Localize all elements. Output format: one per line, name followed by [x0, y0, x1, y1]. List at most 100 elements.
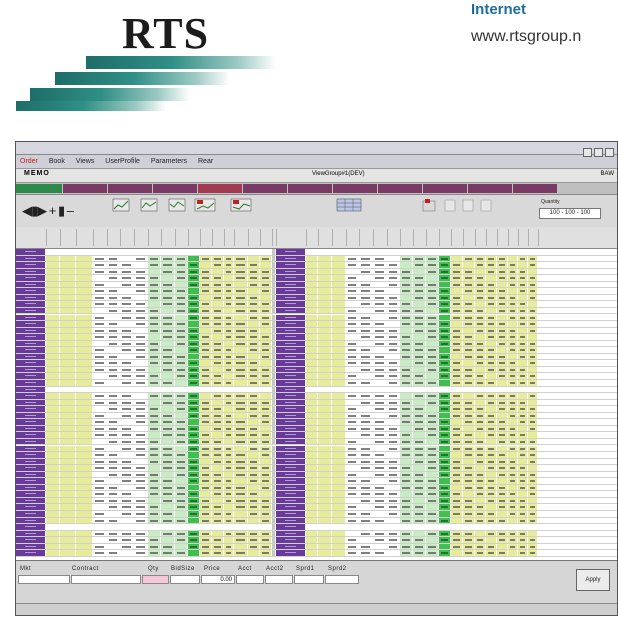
view-tab[interactable]: [513, 184, 557, 193]
grid-cell: [346, 288, 358, 294]
column-header-cell[interactable]: [107, 229, 121, 246]
minimize-button[interactable]: [583, 148, 592, 157]
grid-cell: [359, 484, 372, 491]
view-tab[interactable]: [198, 184, 242, 193]
grid-cell: [276, 334, 305, 340]
column-header-cell[interactable]: [148, 229, 162, 246]
contract-field[interactable]: [71, 575, 141, 584]
view-tab[interactable]: [153, 184, 197, 193]
grid-cell: [497, 425, 507, 432]
table-row[interactable]: [16, 275, 617, 282]
column-header-cell[interactable]: [346, 229, 360, 246]
price-value-mark: [520, 283, 525, 286]
table-row[interactable]: [16, 550, 617, 557]
grid-cell: [439, 438, 450, 445]
flag-chart-button[interactable]: [192, 198, 218, 222]
column-header-cell[interactable]: [426, 229, 440, 246]
quantity-selector[interactable]: Quantity 100 - 100 - 100: [537, 199, 603, 221]
column-header-cell[interactable]: [46, 229, 61, 246]
acct-field[interactable]: [236, 575, 264, 584]
menu-userprofile[interactable]: UserProfile: [105, 158, 140, 165]
column-header-cell[interactable]: [400, 229, 414, 246]
action-button[interactable]: [478, 198, 494, 222]
column-header-cell[interactable]: [318, 229, 333, 246]
menu-book[interactable]: Book: [49, 158, 65, 165]
internet-url[interactable]: www.rtsgroup.n: [471, 28, 581, 46]
menu-rear[interactable]: Rear: [198, 158, 213, 165]
grid-cell: [518, 366, 527, 373]
column-header-cell[interactable]: [413, 229, 427, 246]
view-tab[interactable]: [468, 184, 512, 193]
quantity-value[interactable]: 100 - 100 - 100: [539, 208, 601, 219]
entry-label-acct: Acct: [238, 566, 252, 572]
flag-chart-button[interactable]: [228, 198, 254, 222]
column-header-cell[interactable]: [332, 229, 347, 246]
price-value-mark: [465, 532, 472, 535]
table-row[interactable]: [16, 504, 617, 511]
column-header-cell[interactable]: [359, 229, 374, 246]
contract-label-mark: [25, 342, 36, 344]
price-value-mark: [202, 506, 209, 509]
price-value-mark: [361, 257, 370, 260]
column-header-cell[interactable]: [387, 229, 401, 246]
contract-label-mark: [25, 303, 36, 305]
bidsize-field[interactable]: [170, 575, 200, 584]
price-value-mark: [150, 375, 158, 378]
table-row[interactable]: [16, 406, 617, 413]
view-tab[interactable]: [378, 184, 422, 193]
view-tab[interactable]: [423, 184, 467, 193]
chart-button[interactable]: [166, 198, 188, 222]
price-value-mark: [95, 421, 104, 424]
view-tab[interactable]: [333, 184, 377, 193]
action-button[interactable]: [442, 198, 458, 222]
column-header-cell[interactable]: [234, 229, 249, 246]
table-row[interactable]: [16, 471, 617, 479]
view-tab[interactable]: [108, 184, 152, 193]
mkt-field[interactable]: [18, 575, 70, 584]
column-header-cell[interactable]: [120, 229, 135, 246]
action-button[interactable]: [460, 198, 476, 222]
price-field[interactable]: 0.00: [201, 575, 235, 584]
menu-views[interactable]: Views: [76, 158, 95, 165]
table-row[interactable]: [16, 307, 617, 315]
grid-cell: [426, 268, 438, 275]
column-header-cell[interactable]: [60, 229, 77, 246]
apply-button[interactable]: Apply: [576, 569, 610, 591]
maximize-button[interactable]: [594, 148, 603, 157]
table-row[interactable]: [16, 537, 617, 544]
column-header-cell[interactable]: [76, 229, 94, 246]
grid-cell: [107, 543, 119, 550]
column-header-cell[interactable]: [93, 229, 108, 246]
column-header-cell[interactable]: [373, 229, 388, 246]
qty-field[interactable]: [142, 575, 169, 584]
acct2-field[interactable]: [265, 575, 293, 584]
view-tab[interactable]: [288, 184, 332, 193]
grid-cell: [306, 347, 317, 353]
grid-cell: [373, 537, 386, 543]
view-tab[interactable]: [63, 184, 107, 193]
close-button[interactable]: [605, 148, 614, 157]
menu-order[interactable]: Order: [20, 158, 38, 165]
table-row[interactable]: [16, 373, 617, 380]
column-header-cell[interactable]: [161, 229, 176, 246]
chart-button[interactable]: [110, 198, 132, 222]
column-header-cell[interactable]: [276, 229, 307, 246]
sprd2-field[interactable]: [325, 575, 359, 584]
grid-cell: [426, 438, 438, 445]
menu-parameters[interactable]: Parameters: [151, 158, 187, 165]
navigation-arrows-icon[interactable]: ◀▮▶ + ▮ ‒: [22, 203, 74, 219]
view-tab[interactable]: [243, 184, 287, 193]
grid-cell: [439, 537, 450, 543]
grid-view-button[interactable]: [334, 198, 364, 222]
table-row[interactable]: [16, 438, 617, 446]
sprd1-field[interactable]: [294, 575, 324, 584]
new-order-button[interactable]: [420, 198, 438, 222]
column-header-cell[interactable]: [175, 229, 189, 246]
table-row[interactable]: [16, 340, 617, 348]
chart-button[interactable]: [138, 198, 160, 222]
column-header-cell[interactable]: [16, 229, 47, 246]
column-header-cell[interactable]: [528, 229, 539, 246]
view-tab[interactable]: [16, 184, 62, 193]
column-header-cell[interactable]: [134, 229, 149, 246]
price-value-mark: [510, 493, 515, 496]
